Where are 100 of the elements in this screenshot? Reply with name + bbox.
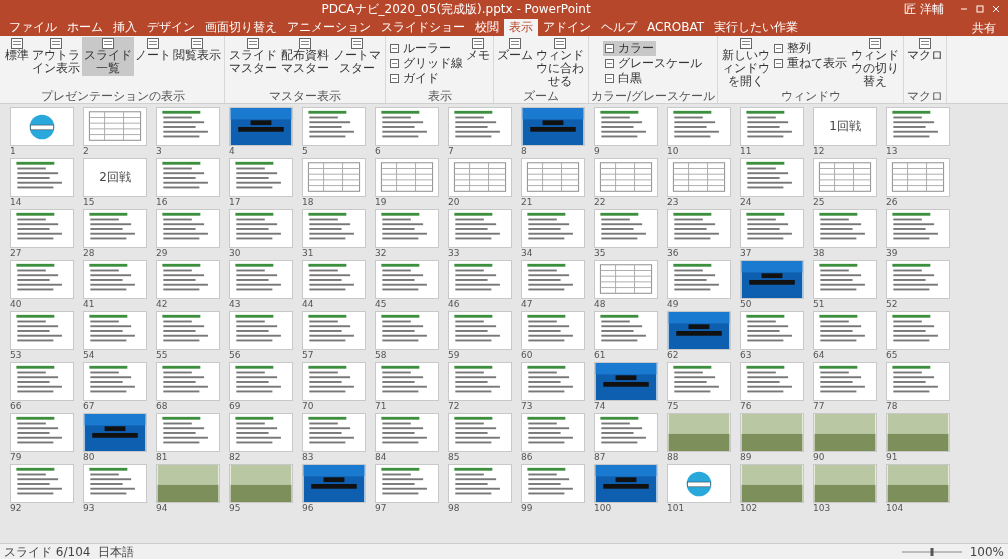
ribbon-button[interactable]: ノート bbox=[134, 37, 172, 63]
slide-thumbnail[interactable] bbox=[10, 260, 74, 299]
slide-thumbnail[interactable] bbox=[448, 362, 512, 401]
slide-thumbnail[interactable] bbox=[302, 260, 366, 299]
slide-thumbnail[interactable] bbox=[229, 158, 293, 197]
ribbon-button[interactable]: ウィンドウに合わせる bbox=[534, 37, 586, 89]
ribbon-button[interactable]: カラー bbox=[602, 41, 656, 56]
slide-thumbnail[interactable] bbox=[229, 209, 293, 248]
slide-thumbnail[interactable] bbox=[229, 413, 293, 452]
title-slide-thumbnail[interactable] bbox=[594, 464, 658, 503]
slide-thumbnail[interactable]: 2回戦 bbox=[83, 158, 147, 197]
slide-thumbnail[interactable] bbox=[740, 107, 804, 146]
slide-thumbnail[interactable] bbox=[521, 362, 585, 401]
slide-thumbnail[interactable] bbox=[667, 362, 731, 401]
ribbon-button[interactable]: スライド一覧 bbox=[82, 37, 134, 76]
slide-thumbnail[interactable] bbox=[83, 464, 147, 503]
logo-slide-thumbnail[interactable] bbox=[10, 107, 74, 146]
ribbon-tab[interactable]: 実行したい作業 bbox=[709, 19, 803, 36]
ribbon-button[interactable]: 整列 bbox=[772, 41, 814, 56]
slide-thumbnail[interactable] bbox=[521, 464, 585, 503]
slide-thumbnail[interactable] bbox=[83, 260, 147, 299]
slide-thumbnail[interactable] bbox=[448, 311, 512, 350]
ribbon-tab[interactable]: ACROBAT bbox=[642, 19, 709, 36]
maximize-icon[interactable] bbox=[976, 5, 984, 13]
slide-thumbnail[interactable] bbox=[229, 311, 293, 350]
title-slide-thumbnail[interactable] bbox=[83, 413, 147, 452]
slide-thumbnail[interactable] bbox=[302, 311, 366, 350]
slide-thumbnail[interactable] bbox=[83, 209, 147, 248]
slide-thumbnail[interactable] bbox=[375, 209, 439, 248]
ribbon-button[interactable]: メモ bbox=[465, 37, 491, 63]
slide-thumbnail[interactable] bbox=[813, 311, 877, 350]
slide-thumbnail[interactable] bbox=[667, 260, 731, 299]
slider-thumb[interactable] bbox=[930, 547, 934, 556]
slide-thumbnail[interactable] bbox=[156, 107, 220, 146]
slide-thumbnail[interactable] bbox=[302, 413, 366, 452]
slide-thumbnail[interactable] bbox=[156, 413, 220, 452]
slide-thumbnail[interactable] bbox=[83, 362, 147, 401]
title-slide-thumbnail[interactable] bbox=[302, 464, 366, 503]
share-button[interactable]: 共有 bbox=[972, 21, 996, 36]
ribbon-tab[interactable]: 校閲 bbox=[470, 19, 504, 36]
slide-thumbnail[interactable] bbox=[10, 464, 74, 503]
slide-thumbnail[interactable] bbox=[10, 311, 74, 350]
table-slide-thumbnail[interactable] bbox=[886, 158, 950, 197]
slide-thumbnail[interactable] bbox=[229, 362, 293, 401]
slide-thumbnail[interactable] bbox=[448, 413, 512, 452]
title-slide-thumbnail[interactable] bbox=[740, 260, 804, 299]
ribbon-button[interactable]: マクロ bbox=[906, 37, 945, 63]
slide-thumbnail[interactable] bbox=[302, 107, 366, 146]
slide-thumbnail[interactable] bbox=[448, 260, 512, 299]
zoom-slider[interactable] bbox=[901, 547, 962, 556]
title-slide-thumbnail[interactable] bbox=[667, 311, 731, 350]
ribbon-button[interactable]: ウィンドウの切り替え bbox=[849, 37, 902, 89]
slide-thumbnail[interactable] bbox=[10, 413, 74, 452]
language-indicator[interactable]: 日本語 bbox=[98, 542, 135, 559]
slide-thumbnail[interactable] bbox=[375, 260, 439, 299]
logo-slide-thumbnail[interactable] bbox=[667, 464, 731, 503]
slide-thumbnail[interactable] bbox=[886, 311, 950, 350]
slide-thumbnail[interactable] bbox=[156, 260, 220, 299]
slide-thumbnail[interactable] bbox=[521, 413, 585, 452]
table-slide-thumbnail[interactable] bbox=[375, 158, 439, 197]
ribbon-tab[interactable]: スライドショー bbox=[376, 19, 470, 36]
zoom-level[interactable]: 100% bbox=[969, 542, 1004, 559]
table-slide-thumbnail[interactable] bbox=[594, 260, 658, 299]
slide-thumbnail[interactable] bbox=[375, 413, 439, 452]
table-slide-thumbnail[interactable] bbox=[83, 107, 147, 146]
slide-thumbnail[interactable] bbox=[521, 209, 585, 248]
slide-thumbnail[interactable] bbox=[886, 107, 950, 146]
slide-thumbnail[interactable] bbox=[521, 311, 585, 350]
slide-thumbnail[interactable] bbox=[594, 413, 658, 452]
slide-thumbnail[interactable] bbox=[594, 209, 658, 248]
table-slide-thumbnail[interactable] bbox=[521, 158, 585, 197]
ribbon-button[interactable]: アウトライン表示 bbox=[30, 37, 82, 76]
slide-thumbnail[interactable] bbox=[886, 362, 950, 401]
ribbon-tab[interactable]: アニメーション bbox=[282, 19, 376, 36]
slide-thumbnail[interactable] bbox=[448, 209, 512, 248]
title-slide-thumbnail[interactable] bbox=[521, 107, 585, 146]
title-slide-thumbnail[interactable] bbox=[594, 362, 658, 401]
ribbon-button[interactable]: 標準 bbox=[4, 37, 30, 63]
slide-thumbnail[interactable] bbox=[229, 260, 293, 299]
ribbon-tab[interactable]: 挿入 bbox=[108, 19, 142, 36]
ribbon-button[interactable]: ズーム bbox=[496, 37, 534, 63]
slide-thumbnail[interactable] bbox=[10, 362, 74, 401]
slide-thumbnail[interactable] bbox=[813, 209, 877, 248]
ribbon-button[interactable]: スライドマスター bbox=[227, 37, 279, 76]
slide-thumbnail[interactable] bbox=[375, 464, 439, 503]
ribbon-button[interactable]: 閲覧表示 bbox=[172, 37, 222, 63]
slide-thumbnail[interactable] bbox=[813, 362, 877, 401]
slide-thumbnail[interactable] bbox=[886, 209, 950, 248]
title-slide-thumbnail[interactable] bbox=[229, 107, 293, 146]
ribbon-tab[interactable]: 画面切り替え bbox=[200, 19, 282, 36]
table-slide-thumbnail[interactable] bbox=[448, 158, 512, 197]
ribbon-button[interactable]: 新しいウィンドウを開く bbox=[720, 37, 773, 89]
ribbon-button[interactable]: ガイド bbox=[388, 71, 441, 86]
slide-thumbnail[interactable] bbox=[740, 311, 804, 350]
ribbon-tab[interactable]: 表示 bbox=[504, 19, 538, 36]
ribbon-button[interactable]: グレースケール bbox=[602, 56, 704, 71]
ribbon-button[interactable]: 配布資料マスター bbox=[279, 37, 331, 76]
slide-thumbnail[interactable] bbox=[740, 158, 804, 197]
ribbon-button[interactable]: グリッド線 bbox=[388, 56, 465, 71]
table-slide-thumbnail[interactable] bbox=[302, 158, 366, 197]
